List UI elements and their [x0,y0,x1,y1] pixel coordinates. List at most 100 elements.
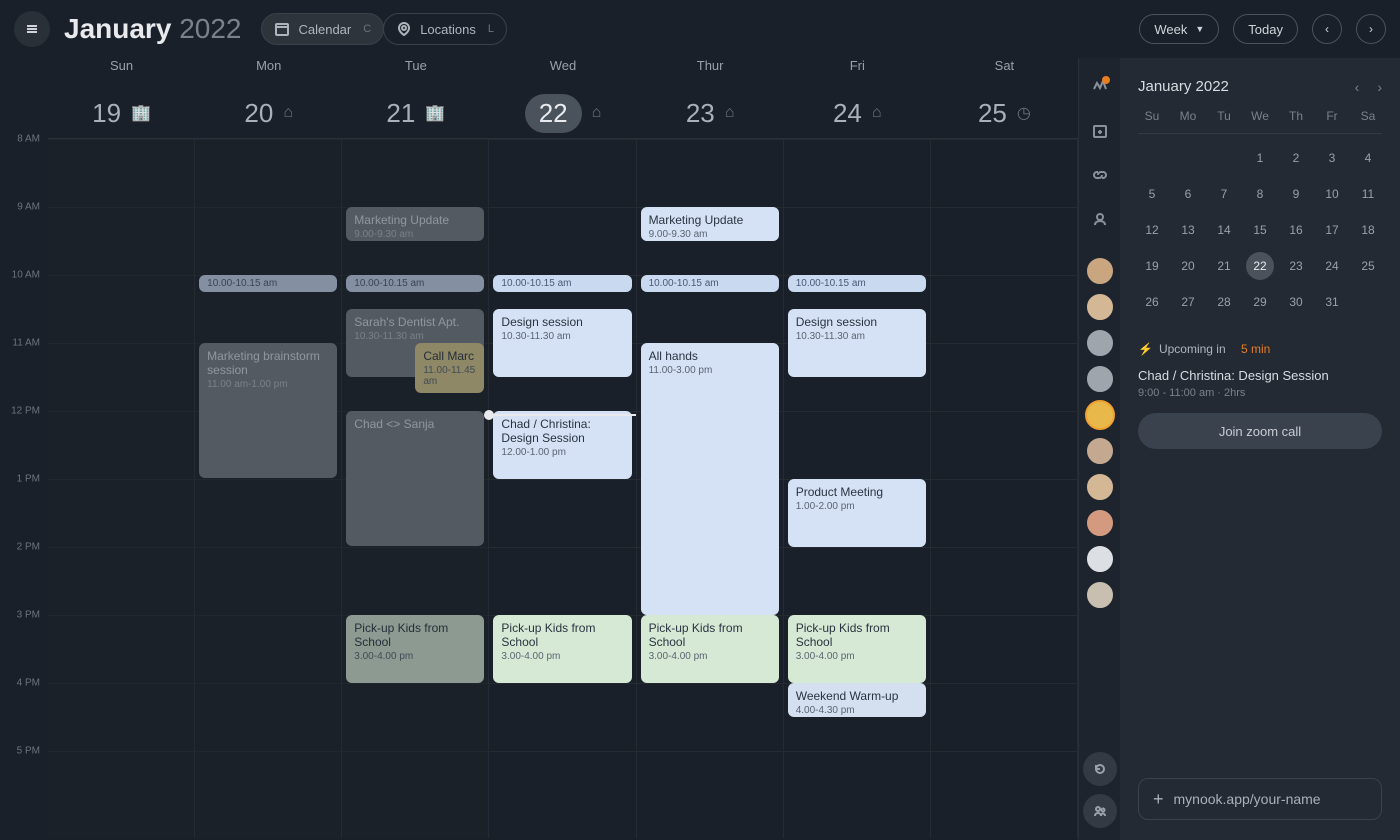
mini-day[interactable]: 13 [1174,216,1202,244]
event[interactable]: 10.00-10.15 am [493,275,631,292]
mini-day[interactable]: 30 [1282,288,1310,316]
mini-day[interactable]: 28 [1210,288,1238,316]
upcoming-label: ⚡ Upcoming in 5 min [1138,342,1382,356]
mini-day[interactable]: 2 [1282,144,1310,172]
event[interactable]: Chad <> Sanja [346,411,484,546]
day-column[interactable]: 10.00-10.15 am Design session10.30-11.30 … [489,139,636,838]
event[interactable]: 10.00-10.15 am [788,275,926,292]
mini-prev-button[interactable]: ‹ [1355,79,1360,95]
people-button[interactable] [1083,794,1117,828]
event[interactable]: Call Marc11.00-11.45 am [415,343,484,393]
activity-icon[interactable] [1089,76,1111,98]
mini-day[interactable]: 25 [1354,252,1382,280]
bolt-icon: ⚡ [1138,342,1153,356]
date-cell[interactable]: 24⌂ [784,88,931,138]
mini-day[interactable]: 11 [1354,180,1382,208]
mini-day[interactable]: 29 [1246,288,1274,316]
avatar[interactable] [1085,292,1115,322]
avatar[interactable] [1085,328,1115,358]
day-column[interactable] [931,139,1078,838]
event[interactable]: Marketing brainstorm session11.00 am-1.0… [199,343,337,478]
mini-day[interactable]: 15 [1246,216,1274,244]
event[interactable]: 10.00-10.15 am [641,275,779,292]
mini-day[interactable]: 5 [1138,180,1166,208]
mini-day[interactable]: 6 [1174,180,1202,208]
locations-pill[interactable]: Locations L [383,13,507,45]
share-link[interactable]: + mynook.app/your-name [1138,778,1382,820]
hour-label: 8 AM [17,134,40,145]
mini-day[interactable]: 1 [1246,144,1274,172]
event[interactable]: Pick-up Kids from School3.00-4.00 pm [641,615,779,683]
event[interactable]: Marketing Update9.00-9.30 am [346,207,484,241]
add-event-icon[interactable] [1089,120,1111,142]
refresh-button[interactable] [1083,752,1117,786]
calendar-pill[interactable]: Calendar C [261,13,384,45]
event[interactable]: Design session10.30-11.30 am [493,309,631,377]
event[interactable]: Design session10.30-11.30 am [788,309,926,377]
mini-day[interactable]: 26 [1138,288,1166,316]
date-cell[interactable]: 25◷ [931,88,1078,138]
mini-next-button[interactable]: › [1377,79,1382,95]
home-icon: ⌂ [283,104,293,122]
today-button[interactable]: Today [1233,14,1298,44]
day-column[interactable] [48,139,195,838]
next-button[interactable]: › [1356,14,1386,44]
mini-day[interactable]: 14 [1210,216,1238,244]
mini-day[interactable]: 23 [1282,252,1310,280]
event[interactable]: Weekend Warm-up4.00-4.30 pm [788,683,926,717]
mini-dow: Su [1138,109,1166,123]
avatar[interactable] [1085,508,1115,538]
mini-day[interactable]: 17 [1318,216,1346,244]
mini-day[interactable]: 10 [1318,180,1346,208]
mini-day[interactable]: 12 [1138,216,1166,244]
date-cell[interactable]: 21🏢 [342,88,489,138]
avatar[interactable] [1085,472,1115,502]
event[interactable]: Pick-up Kids from School3.00-4.00 pm [493,615,631,683]
event[interactable]: Pick-up Kids from School3.00-4.00 pm [346,615,484,683]
profile-icon[interactable] [1089,208,1111,230]
avatar[interactable] [1085,436,1115,466]
upcoming-time: 9:00 - 11:00 am · 2hrs [1138,387,1382,399]
join-call-button[interactable]: Join zoom call [1138,413,1382,449]
mini-day[interactable]: 19 [1138,252,1166,280]
event[interactable]: Chad / Christina: Design Session12.00-1.… [493,411,631,479]
mini-day[interactable]: 8 [1246,180,1274,208]
event[interactable]: Product Meeting1.00-2.00 pm [788,479,926,547]
mini-day[interactable]: 7 [1210,180,1238,208]
mini-day[interactable]: 27 [1174,288,1202,316]
date-cell[interactable]: 23⌂ [637,88,784,138]
mini-dow: Tu [1210,109,1238,123]
menu-button[interactable] [14,11,50,47]
date-cell[interactable]: 20⌂ [195,88,342,138]
event[interactable]: Marketing Update9.00-9.30 am [641,207,779,241]
event[interactable]: 10.00-10.15 am [346,275,484,292]
event[interactable]: 10.00-10.15 am [199,275,337,292]
day-column[interactable]: Marketing Update9.00-9.30 am 10.00-10.15 … [637,139,784,838]
avatar[interactable] [1085,400,1115,430]
mini-day[interactable]: 20 [1174,252,1202,280]
mini-day[interactable]: 31 [1318,288,1346,316]
event[interactable]: Pick-up Kids from School3.00-4.00 pm [788,615,926,683]
mini-day[interactable]: 21 [1210,252,1238,280]
mini-day[interactable]: 18 [1354,216,1382,244]
mini-day[interactable]: 24 [1318,252,1346,280]
prev-button[interactable]: ‹ [1312,14,1342,44]
avatar[interactable] [1085,364,1115,394]
avatar[interactable] [1085,256,1115,286]
avatar[interactable] [1085,544,1115,574]
mini-day[interactable]: 4 [1354,144,1382,172]
mini-day[interactable]: 3 [1318,144,1346,172]
day-column[interactable]: Marketing Update9.00-9.30 am 10.00-10.15 … [342,139,489,838]
event[interactable]: All hands11.00-3.00 pm [641,343,779,615]
day-column[interactable]: 10.00-10.15 am Marketing brainstorm sessi… [195,139,342,838]
link-icon[interactable] [1089,164,1111,186]
mini-day[interactable]: 16 [1282,216,1310,244]
mini-day[interactable]: 22 [1246,252,1274,280]
date-cell[interactable]: 22⌂ [489,88,636,138]
date-cell[interactable]: 19🏢 [48,88,195,138]
view-select[interactable]: Week ▼ [1139,14,1219,44]
day-column[interactable]: 10.00-10.15 am Design session10.30-11.30 … [784,139,931,838]
menu-icon [24,21,40,37]
mini-day[interactable]: 9 [1282,180,1310,208]
avatar[interactable] [1085,580,1115,610]
